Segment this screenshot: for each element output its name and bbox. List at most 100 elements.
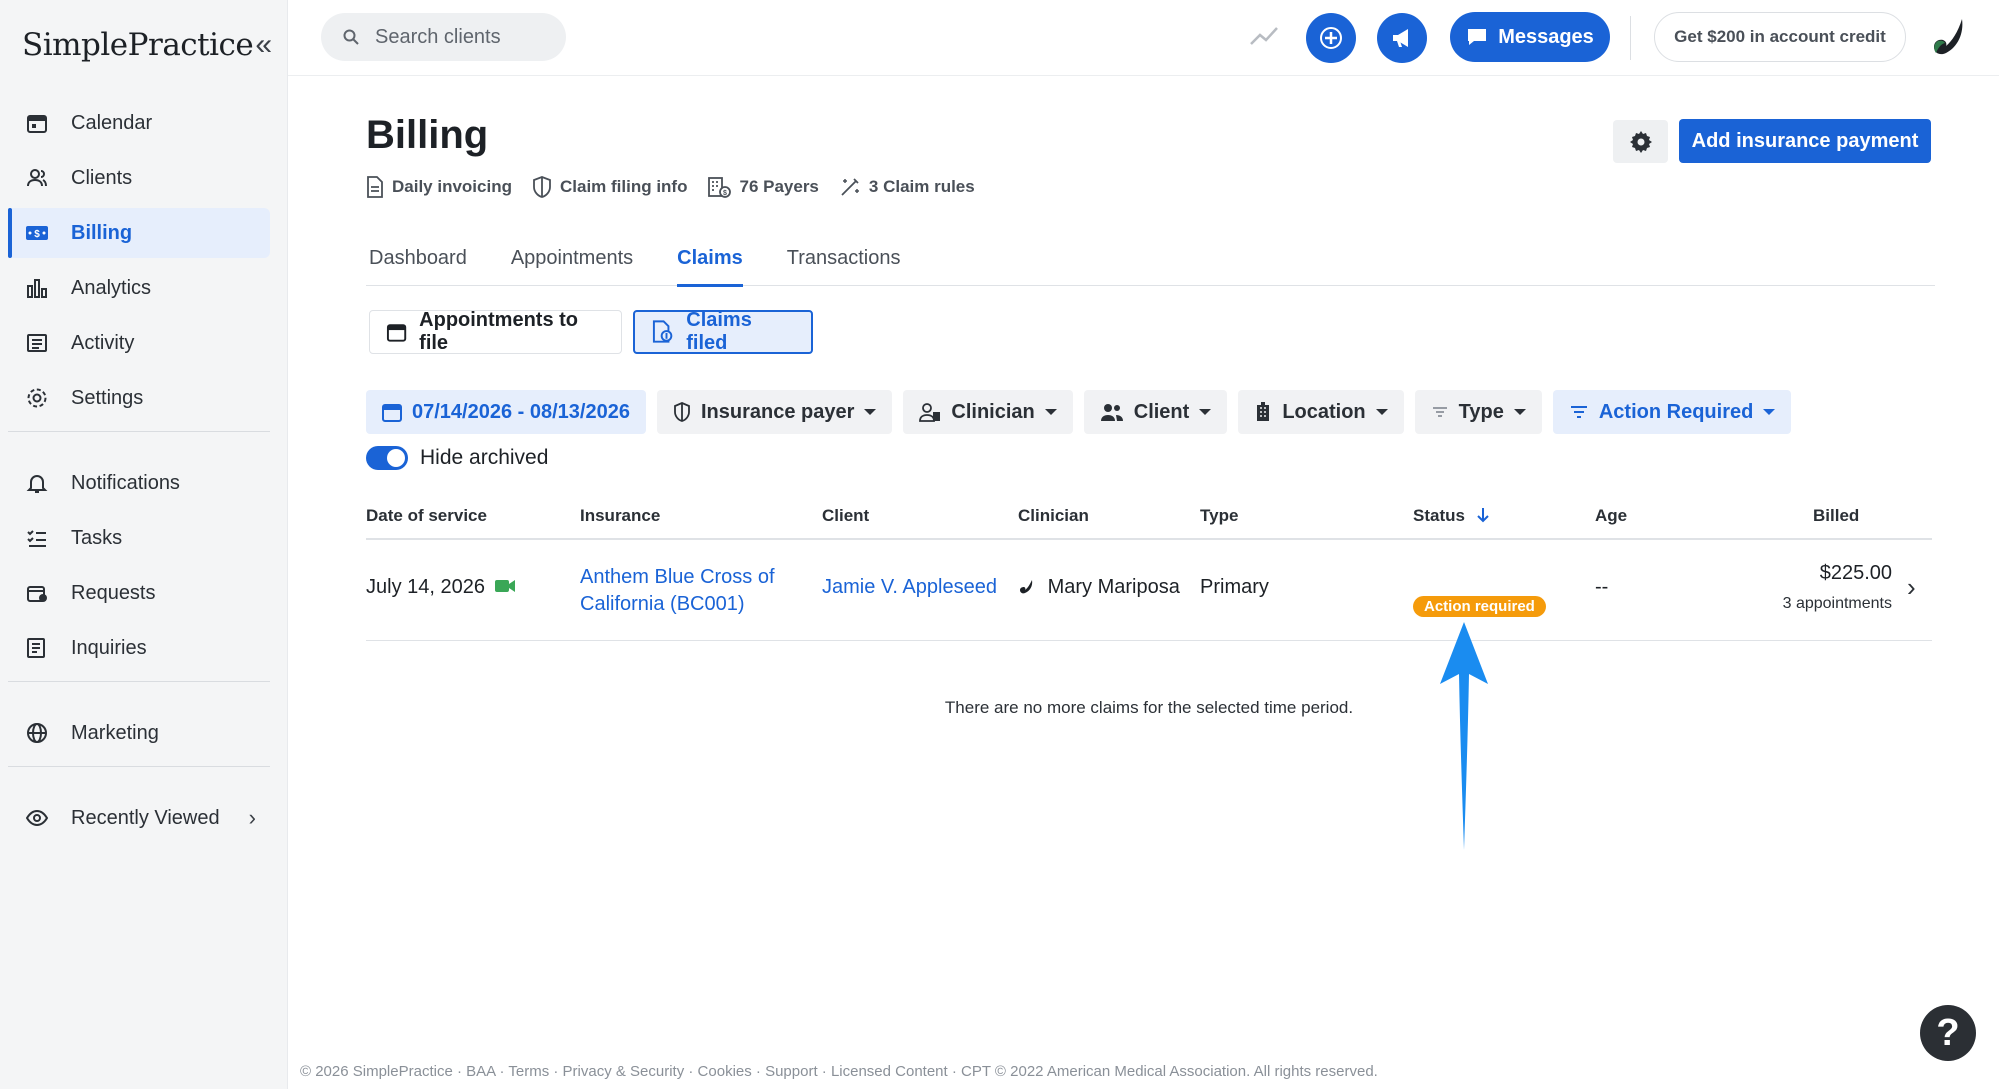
sidebar-item-label: Clients (71, 166, 133, 189)
footer[interactable]: © 2026 SimplePractice · BAA · Terms · Pr… (300, 1063, 1378, 1080)
sidebar-item-requests[interactable]: Requests (8, 568, 270, 618)
claims-filed-button[interactable]: Claims filed (633, 309, 813, 354)
help-button[interactable]: ? (1920, 1005, 1976, 1061)
insurance-line-2: California (BC001) (580, 593, 745, 615)
caret-down-icon (1763, 409, 1776, 415)
appointments-to-file-button[interactable]: Appointments to file (369, 309, 622, 354)
payers-link[interactable]: $ 76 Payers (707, 176, 819, 198)
chevron-right-icon[interactable]: › (1907, 572, 1916, 603)
trend-icon[interactable] (1248, 20, 1280, 57)
column-header-insurance[interactable]: Insurance (580, 506, 660, 526)
announcements-button[interactable] (1377, 13, 1427, 63)
sidebar-item-inquiries[interactable]: Inquiries (8, 623, 270, 673)
billing-settings-button[interactable] (1613, 120, 1668, 163)
client-filter[interactable]: Client (1083, 390, 1228, 434)
column-header-status[interactable]: Status (1413, 506, 1490, 526)
billed-amount: $225.00 (1819, 562, 1892, 584)
date-value: July 14, 2026 (366, 576, 485, 598)
sidebar-item-label: Settings (71, 386, 144, 409)
column-header-age[interactable]: Age (1595, 506, 1627, 526)
magic-wand-icon (841, 178, 859, 196)
sidebar-divider (8, 766, 270, 767)
plus-icon (1320, 27, 1342, 49)
insurance-payer-filter[interactable]: Insurance payer (656, 390, 893, 434)
clinician-icon (919, 403, 941, 422)
tab-transactions[interactable]: Transactions (787, 241, 901, 286)
billing-meta: Daily invoicing Claim filing info $ 76 P… (366, 176, 995, 198)
sidebar-item-clients[interactable]: Clients (8, 153, 270, 203)
clinician-cell: Mary Mariposa (1018, 576, 1180, 599)
sidebar-item-analytics[interactable]: Analytics (8, 263, 270, 313)
search-placeholder: Search clients (375, 25, 501, 48)
filter-label: Action Required (1598, 400, 1754, 423)
claim-filing-info-link[interactable]: Claim filing info (532, 176, 688, 198)
building-icon: $ (708, 177, 732, 198)
sidebar-item-tasks[interactable]: Tasks (8, 513, 270, 563)
collapse-sidebar-icon[interactable]: « (255, 30, 272, 60)
clinician-avatar-icon (1020, 580, 1033, 594)
building-icon (1257, 402, 1270, 421)
filter-label: Client (1133, 400, 1190, 423)
messages-label: Messages (1498, 25, 1594, 48)
caret-down-icon (1199, 409, 1212, 415)
location-filter[interactable]: Location (1238, 390, 1404, 434)
sidebar-item-marketing[interactable]: Marketing (8, 708, 270, 758)
page-title: Billing (366, 113, 489, 157)
caret-down-icon (864, 409, 877, 415)
column-header-billed[interactable]: Billed (1813, 506, 1859, 526)
sidebar-item-activity[interactable]: Activity (8, 318, 270, 368)
client-link[interactable]: Jamie V. Appleseed (822, 576, 997, 599)
column-header-clinician[interactable]: Clinician (1018, 506, 1089, 526)
action-required-filter[interactable]: Action Required (1552, 390, 1792, 434)
account-credit-button[interactable]: Get $200 in account credit (1654, 12, 1906, 62)
tab-claims[interactable]: Claims (677, 241, 743, 287)
sidebar-divider (8, 431, 270, 432)
messages-button[interactable]: Messages (1450, 12, 1610, 62)
sidebar-item-notifications[interactable]: Notifications (8, 458, 270, 508)
segment-label: Claims filed (686, 309, 752, 354)
add-insurance-payment-button[interactable]: Add insurance payment (1679, 119, 1931, 163)
sidebar: SimplePractice « Calendar Clients $ Bill… (0, 0, 288, 1089)
caret-down-icon (1513, 409, 1526, 415)
caret-down-icon (1375, 409, 1388, 415)
daily-invoicing-link[interactable]: Daily invoicing (366, 176, 512, 198)
meta-label: Claim filing info (559, 177, 688, 196)
table-row[interactable]: July 14, 2026 Anthem Blue Cross of Calif… (366, 540, 1932, 641)
filter-label: Clinician (951, 400, 1035, 423)
sidebar-item-recently-viewed[interactable]: Recently Viewed › (8, 793, 270, 843)
requests-icon (25, 581, 49, 605)
add-button[interactable] (1306, 13, 1356, 63)
sidebar-item-calendar[interactable]: Calendar (8, 98, 270, 148)
avatar[interactable] (1924, 13, 1974, 63)
column-header-label: Status (1413, 506, 1465, 525)
tab-appointments[interactable]: Appointments (511, 241, 633, 286)
eye-icon (25, 806, 49, 830)
search-input[interactable]: Search clients (321, 13, 566, 61)
simplepractice-logo[interactable]: SimplePractice (22, 27, 254, 63)
column-header-client[interactable]: Client (822, 506, 869, 526)
type-filter[interactable]: Type (1414, 390, 1542, 434)
tab-dashboard[interactable]: Dashboard (369, 241, 467, 286)
sidebar-divider (8, 681, 270, 682)
tasks-icon (25, 526, 49, 550)
clients-icon (25, 166, 49, 190)
billing-tabs: Dashboard Appointments Claims Transactio… (366, 241, 1935, 287)
clinician-filter[interactable]: Clinician (903, 390, 1073, 434)
billing-icon: $ (25, 221, 49, 245)
sidebar-item-settings[interactable]: Settings (8, 373, 270, 423)
column-header-date[interactable]: Date of service (366, 506, 487, 526)
insurance-link[interactable]: Anthem Blue Cross of California (BC001) (580, 564, 775, 618)
shield-icon (533, 176, 551, 198)
date-range-filter[interactable]: 07/14/2026 - 08/13/2026 (366, 390, 646, 434)
primary-nav: Calendar Clients $ Billing Analytics Act… (8, 98, 270, 848)
document-icon (367, 176, 383, 198)
hide-archived-toggle[interactable] (366, 446, 408, 470)
filter-label: Location (1282, 400, 1366, 423)
sidebar-item-billing[interactable]: $ Billing (8, 208, 270, 258)
chat-icon (1468, 29, 1487, 45)
claim-rules-link[interactable]: 3 Claim rules (839, 176, 975, 198)
status-badge: Action required (1413, 596, 1546, 617)
hide-archived-label: Hide archived (420, 446, 549, 469)
clients-icon (1100, 404, 1123, 421)
column-header-type[interactable]: Type (1200, 506, 1238, 526)
